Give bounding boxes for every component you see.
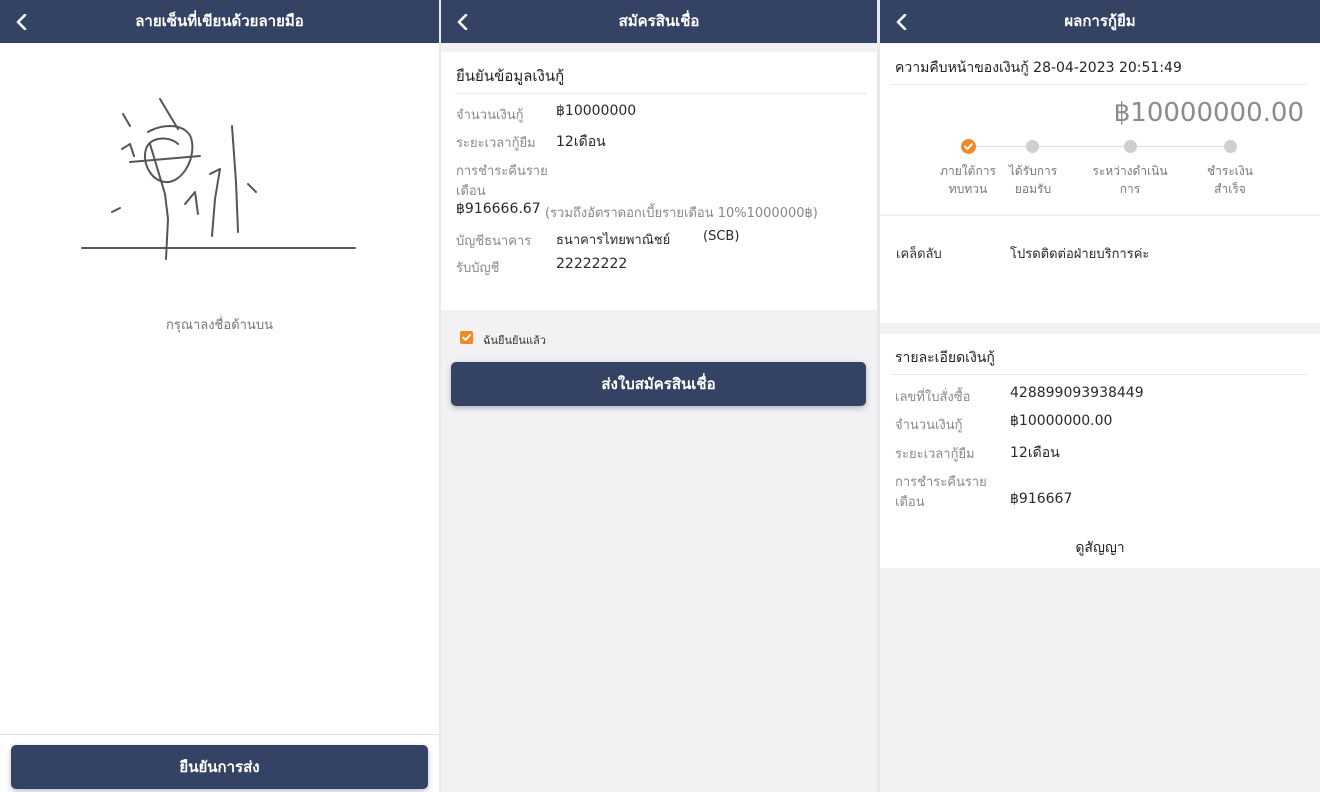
view-contract-link[interactable]: ดูสัญญา [880,537,1320,559]
term-value: 12เดือน [556,134,606,150]
repay-note: (รวมถึงอัตราดอกเบี้ยรายเดือน 10%1000000฿… [545,206,818,221]
term-label: ระยะเวลากู้ยืม [895,447,975,462]
step-dot-4 [1224,140,1237,153]
page-title: ผลการกู้ยืม [1064,12,1136,30]
signature-pad[interactable] [0,44,439,294]
details-title: รายละเอียดเงินกู้ [895,350,995,366]
loan-confirm-card: ยืนยันข้อมูลเงินกู้ จำนวนเงินกู้ ฿100000… [441,52,877,310]
account-label: รับบัญชี [456,261,500,276]
check-icon [462,334,471,341]
loan-details-card: รายละเอียดเงินกู้ เลขที่ใบสั่งซื้อ 42889… [880,334,1320,568]
divider [455,93,867,94]
tips-value: โปรดติดต่อฝ่ายบริการค่ะ [1010,247,1150,262]
bank-label: บัญชีธนาคาร [456,234,532,249]
step-dot-2 [1026,140,1039,153]
amount-label: จำนวนเงินกู้ [895,418,963,433]
page-title: สมัครสินเชื่อ [618,12,700,30]
submit-application-button[interactable]: ส่งใบสมัครสินเชื่อ [451,362,866,406]
term-value: 12เดือน [1010,445,1060,461]
progress-title: ความคืบหน้าของเงินกู้ 28-04-2023 20:51:4… [895,60,1182,76]
signature-header: ลายเซ็นที่เขียนด้วยลายมือ [0,0,439,43]
result-header: ผลการกู้ยืม [880,0,1320,43]
tips-card: เคล็ดลับ โปรดติดต่อฝ่ายบริการค่ะ [880,216,1320,323]
divider [890,374,1308,375]
term-label: ระยะเวลากู้ยืม [456,136,536,151]
agree-label: ฉันยืนยันแล้ว [483,334,546,347]
order-label: เลขที่ใบสั่งซื้อ [895,390,971,405]
repay-value: ฿916666.67 [456,201,541,217]
page-title: ลายเซ็นที่เขียนด้วยลายมือ [135,12,304,30]
result-screen: ผลการกู้ยืม ความคืบหน้าของเงินกู้ 28-04-… [880,0,1320,792]
big-amount: ฿10000000.00 [1113,98,1304,128]
apply-header: สมัครสินเชื่อ [441,0,877,43]
repay-value: ฿916667 [1010,491,1073,507]
bank-code: (SCB) [703,229,740,244]
step-track [968,146,1230,147]
account-value: 22222222 [556,256,628,272]
repay-label-line1: การชำระคืนราย [456,164,548,179]
section-title: ยืนยันข้อมูลเงินกู้ [456,67,565,85]
step-dot-3 [1124,140,1137,153]
step-label-3: ระหว่างดำเนิน การ [1092,164,1168,196]
repay-label-line2: เดือน [895,495,925,510]
order-value: 428899093938449 [1010,385,1144,401]
agree-checkbox[interactable] [460,331,473,344]
amount-value: ฿10000000 [556,103,637,119]
signature-screen: ลายเซ็นที่เขียนด้วยลายมือ กรุณาลงชื่อด้า… [0,0,439,792]
step-dot-1 [961,139,976,154]
repay-label-line1: การชำระคืนราย [895,475,987,490]
tips-label: เคล็ดลับ [896,247,942,262]
amount-value: ฿10000000.00 [1010,413,1113,429]
step-label-4: ชำระเงิน สำเร็จ [1207,164,1253,196]
check-icon [964,143,973,150]
progress-card: ความคืบหน้าของเงินกู้ 28-04-2023 20:51:4… [880,44,1320,214]
divider [890,84,1308,85]
bank-value: ธนาคารไทยพาณิชย์ [556,233,671,248]
signature-hint: กรุณาลงชื่อด้านบน [166,318,273,333]
repay-label-line2: เดือน [456,184,486,199]
confirm-submit-button[interactable]: ยืนยันการส่ง [11,745,428,789]
apply-screen: สมัครสินเชื่อ ยืนยันข้อมูลเงินกู้ จำนวนเ… [441,0,877,792]
amount-label: จำนวนเงินกู้ [456,108,524,123]
bottom-divider [0,734,439,735]
